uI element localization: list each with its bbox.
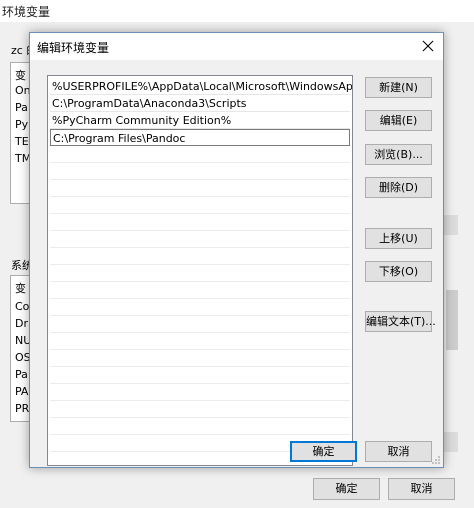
empty-row: [50, 401, 350, 418]
empty-row: [50, 333, 350, 350]
edit-text-button[interactable]: 编辑文本(T)...: [365, 311, 436, 332]
dialog-title: 编辑环境变量: [37, 41, 110, 55]
empty-row: [50, 418, 350, 435]
empty-row: [50, 367, 350, 384]
resize-grip-icon[interactable]: [431, 455, 441, 465]
edit-env-dialog: 编辑环境变量 %USERPROFILE%\AppData\Local\Micro…: [29, 32, 444, 468]
move-up-button[interactable]: 上移(U): [365, 228, 432, 249]
close-button[interactable]: [413, 33, 443, 60]
parent-button-edge: [444, 215, 458, 235]
parent-title-bar: 环境变量: [0, 0, 474, 22]
browse-button[interactable]: 浏览(B)...: [365, 144, 432, 165]
parent-cancel-button[interactable]: 取消: [388, 478, 455, 500]
path-item[interactable]: %USERPROFILE%\AppData\Local\Microsoft\Wi…: [50, 78, 352, 95]
cancel-button[interactable]: 取消: [365, 441, 432, 462]
empty-row: [50, 180, 350, 197]
delete-button[interactable]: 删除(D): [365, 177, 432, 198]
empty-row: [50, 163, 350, 180]
empty-row: [50, 350, 350, 367]
empty-row: [50, 299, 350, 316]
move-down-button[interactable]: 下移(O): [365, 261, 432, 282]
path-item[interactable]: %PyCharm Community Edition%: [50, 112, 350, 129]
new-button[interactable]: 新建(N): [365, 77, 432, 98]
empty-row: [50, 265, 350, 282]
empty-row: [50, 384, 350, 401]
path-item-editing[interactable]: C:\Program Files\Pandoc: [50, 129, 350, 146]
system-var-row[interactable]: Co: [15, 300, 29, 313]
parent-ok-button[interactable]: 确定: [313, 478, 380, 500]
user-var-row[interactable]: TE: [15, 135, 29, 148]
system-var-row[interactable]: Pa: [15, 368, 28, 381]
system-vars-header: 变: [15, 282, 26, 295]
system-var-row[interactable]: Dr: [15, 317, 28, 330]
parent-button-edge: [444, 432, 458, 452]
user-var-row[interactable]: Pa: [15, 101, 28, 114]
empty-row: [50, 197, 350, 214]
user-var-row[interactable]: Py: [15, 118, 28, 131]
empty-row: [50, 231, 350, 248]
system-var-row[interactable]: PA: [15, 385, 28, 398]
ok-button[interactable]: 确定: [290, 441, 357, 462]
empty-row: [50, 214, 350, 231]
close-icon: [422, 40, 434, 52]
parent-window-title: 环境变量: [2, 5, 51, 19]
dialog-title-bar[interactable]: 编辑环境变量: [30, 33, 443, 60]
system-list-scrollbar[interactable]: [446, 290, 458, 350]
empty-row: [50, 248, 350, 265]
path-list[interactable]: %USERPROFILE%\AppData\Local\Microsoft\Wi…: [47, 75, 353, 466]
edit-button[interactable]: 编辑(E): [365, 110, 432, 131]
empty-row: [50, 316, 350, 333]
empty-row: [50, 282, 350, 299]
user-vars-header: 变: [15, 69, 26, 82]
path-item[interactable]: C:\ProgramData\Anaconda3\Scripts: [50, 95, 350, 112]
empty-row: [50, 146, 350, 163]
system-var-row[interactable]: PR: [15, 402, 29, 415]
